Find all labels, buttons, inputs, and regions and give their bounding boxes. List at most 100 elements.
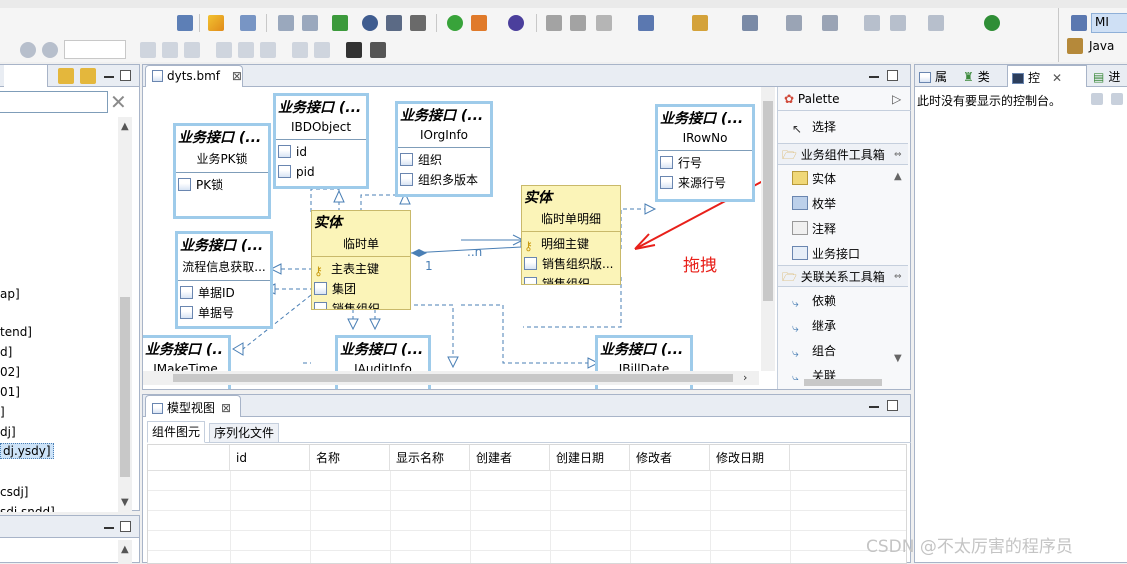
palette-entity-tool[interactable]: 实体 — [778, 167, 908, 192]
attribute-row[interactable]: 销售组织 — [524, 274, 618, 284]
palette-header[interactable]: ✿ Palette ▷ — [778, 87, 911, 111]
align-top-icon[interactable] — [216, 42, 232, 58]
scroll-up-icon[interactable]: ▲ — [121, 544, 129, 555]
save-icon[interactable] — [177, 15, 193, 31]
composition-line[interactable] — [410, 240, 522, 254]
palette-inherit-tool[interactable]: ⤷ 继承 — [778, 314, 908, 339]
attribute-row[interactable]: 集团 — [314, 279, 408, 299]
tree-item[interactable]: ] — [0, 405, 5, 419]
attribute-row[interactable]: 单据号 — [180, 303, 268, 323]
server-icon[interactable] — [984, 15, 1000, 31]
grid-icon[interactable] — [346, 42, 362, 58]
interface-node-irowno[interactable]: 业务接口 (... IRowNo 行号 来源行号 — [655, 104, 755, 202]
document-icon[interactable] — [638, 15, 654, 31]
close-tab-icon[interactable]: ⊠ — [221, 401, 231, 415]
tree-item[interactable]: csdj] — [0, 485, 28, 499]
forward-icon[interactable] — [928, 15, 944, 31]
minimize-icon[interactable] — [869, 406, 879, 408]
globe-icon[interactable] — [508, 15, 524, 31]
column-header-name[interactable]: 名称 — [310, 445, 390, 471]
match-height-icon[interactable] — [314, 42, 330, 58]
copy-icon[interactable] — [278, 15, 294, 31]
subtab-components[interactable]: 组件图元 — [147, 421, 206, 443]
back-arrow-icon[interactable] — [890, 15, 906, 31]
palette-composition-tool[interactable]: ⤷ 组合 — [778, 339, 908, 364]
palette-scroll-down-icon[interactable]: ▼ — [894, 353, 902, 364]
dependency-line[interactable] — [461, 304, 593, 364]
palette-enum-tool[interactable]: 枚举 — [778, 192, 908, 217]
scroll-up-icon[interactable]: ▲ — [121, 121, 129, 132]
zoom-combo[interactable] — [64, 40, 126, 59]
interface-node-ibdobject[interactable]: 业务接口 (... IBDObject id pid — [273, 93, 369, 189]
align-left-icon[interactable] — [140, 42, 156, 58]
editor-tab-dyts[interactable]: dyts.bmf ⊠ — [145, 65, 243, 87]
paste-icon[interactable] — [302, 15, 318, 31]
maximize-icon[interactable] — [120, 521, 131, 532]
canvas-hscrollbar[interactable]: › — [143, 371, 759, 385]
attribute-row[interactable]: 销售组织 — [314, 299, 408, 309]
column-header-creator[interactable]: 创建者 — [470, 445, 550, 471]
next-annotation-icon[interactable] — [786, 15, 802, 31]
tree-item[interactable]: sdj.sndd] — [0, 505, 55, 512]
tree-item[interactable]: d] — [0, 345, 12, 359]
column-header-blank[interactable] — [148, 445, 230, 471]
outline-scrollbar[interactable]: ▲ — [118, 540, 132, 564]
column-header-create-date[interactable]: 创建日期 — [550, 445, 630, 471]
debug-icon[interactable] — [471, 15, 487, 31]
attribute-row[interactable]: PK锁 — [178, 175, 266, 195]
entity-node-temp-bill[interactable]: 实体 临时单 ⚷ 主表主键 集团 销售组织 — [311, 210, 411, 310]
tree-item[interactable]: ap] — [0, 287, 20, 301]
attribute-row[interactable]: 单据ID — [180, 283, 268, 303]
palette-note-tool[interactable]: 注释 — [778, 217, 908, 242]
interface-node-iorginfo[interactable]: 业务接口 (... IOrgInfo 组织 组织多版本 — [395, 101, 493, 197]
canvas-vscrollbar[interactable] — [761, 87, 775, 371]
minimize-icon[interactable] — [104, 76, 114, 78]
tree-item-selected[interactable]: dj.ysdy] — [0, 443, 54, 459]
table-icon[interactable] — [570, 15, 586, 31]
align-bottom-icon[interactable] — [260, 42, 276, 58]
prev-annotation-icon[interactable] — [822, 15, 838, 31]
close-tab-icon[interactable]: ⊠ — [232, 69, 242, 83]
interface-node-flowinfo[interactable]: 业务接口 (... 流程信息获取... 单据ID 单据号 — [175, 231, 273, 329]
align-right-icon[interactable] — [184, 42, 200, 58]
close-tab-icon[interactable]: ✕ — [1052, 71, 1062, 85]
drawer-pin-icon[interactable]: ⇔ — [894, 144, 902, 166]
pin-icon[interactable] — [692, 15, 708, 31]
column-header-id[interactable]: id — [230, 445, 310, 471]
minimize-icon[interactable] — [104, 527, 114, 529]
scroll-thumb[interactable] — [763, 101, 773, 301]
pencil-icon[interactable] — [596, 15, 612, 31]
filter-input[interactable] — [0, 91, 108, 113]
zoom-out-icon[interactable] — [42, 42, 58, 58]
search-icon[interactable] — [546, 15, 562, 31]
palette-scroll-up-icon[interactable]: ▲ — [894, 171, 902, 182]
drawer-pin-icon[interactable]: ⇔ — [894, 266, 902, 288]
diagram-canvas[interactable]: 业务接口 (... 业务PK锁 PK锁 业务接口 (... IBDObject … — [143, 87, 777, 389]
tools-icon[interactable] — [410, 15, 426, 31]
attribute-row[interactable]: 组织 — [400, 150, 488, 170]
palette-drawer-components[interactable]: 🗁 业务组件工具箱 ⇔ — [778, 143, 908, 165]
tab-console[interactable]: 控 ✕ — [1007, 65, 1087, 87]
model-view-tab[interactable]: 模型视图 ⊠ — [145, 395, 241, 417]
attribute-row[interactable]: ⚷ 主表主键 — [314, 259, 408, 279]
palette-hscroll-thumb[interactable] — [804, 379, 882, 386]
scroll-thumb[interactable] — [173, 374, 733, 382]
step-icon[interactable] — [742, 15, 758, 31]
attribute-row[interactable]: 来源行号 — [660, 173, 750, 193]
tree-item[interactable]: 02] — [0, 365, 20, 379]
tab-progress[interactable]: ▤ 进 — [1093, 68, 1120, 85]
navigator-scrollbar[interactable]: ▲ ▼ — [118, 117, 132, 512]
ruler-icon[interactable] — [370, 42, 386, 58]
interface-node-pk[interactable]: 业务接口 (... 业务PK锁 PK锁 — [173, 123, 271, 219]
palette-select-tool[interactable]: ↖ 选择 — [778, 115, 908, 140]
settings-icon[interactable] — [362, 15, 378, 31]
back-icon[interactable] — [864, 15, 880, 31]
tree-item[interactable]: tend] — [0, 325, 32, 339]
align-center-icon[interactable] — [162, 42, 178, 58]
list-icon[interactable] — [386, 15, 402, 31]
attribute-row[interactable]: pid — [278, 162, 364, 182]
link-editor-icon[interactable] — [58, 68, 74, 84]
scroll-thumb[interactable] — [120, 297, 130, 477]
navigator-tab[interactable] — [4, 65, 48, 87]
palette-association-tool[interactable]: ⤷ 关联 — [778, 364, 908, 380]
